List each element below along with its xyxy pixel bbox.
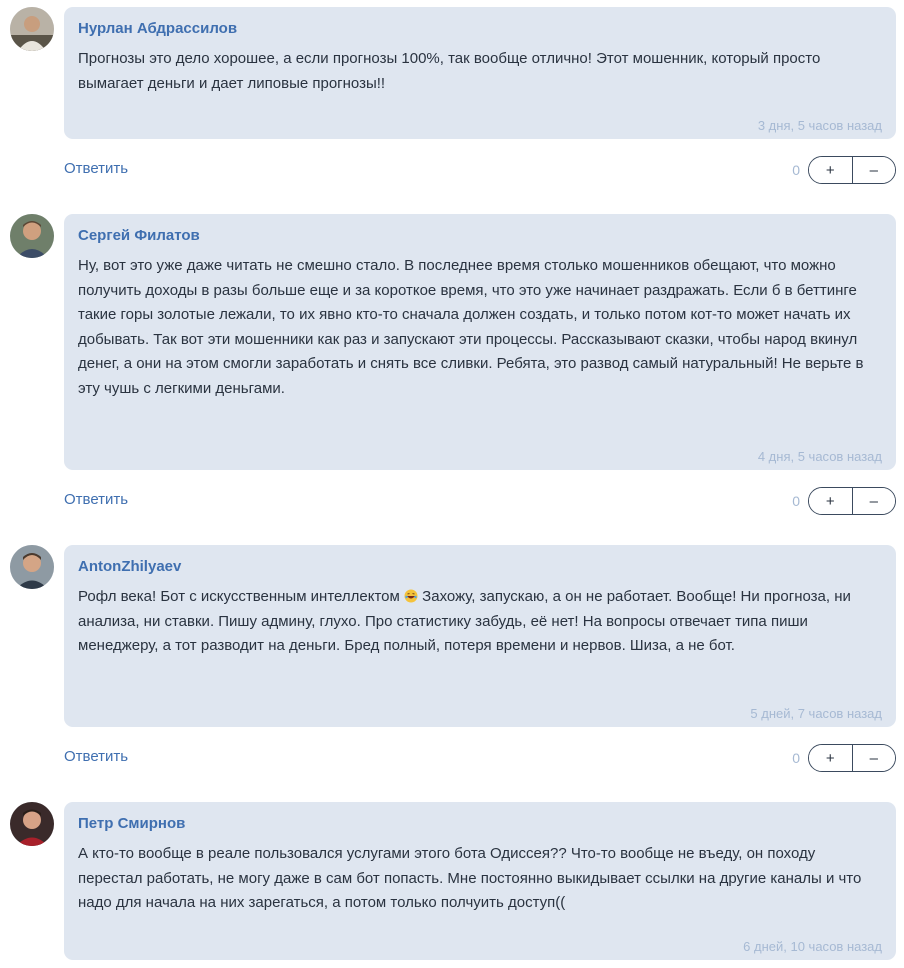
downvote-button[interactable]: – — [851, 488, 895, 514]
vote-count: 0 — [792, 493, 800, 509]
vote-buttons: + – — [808, 156, 896, 184]
comment-text: Ну, вот это уже даже читать не смешно ст… — [78, 257, 864, 397]
vote-count: 0 — [792, 162, 800, 178]
vote-count: 0 — [792, 750, 800, 766]
reply-link[interactable]: Ответить — [64, 160, 128, 177]
upvote-button[interactable]: + — [809, 745, 852, 771]
vote-buttons: + – — [808, 744, 896, 772]
comment-text: Рофл века! Бот с искусственным интеллект… — [78, 585, 876, 659]
comment-bubble: Петр Смирнов А кто-то вообще в реале пол… — [64, 802, 896, 960]
comment-actions: Ответить 0 + – — [64, 155, 896, 185]
comment-bubble: Нурлан Абдрассилов Прогнозы это дело хор… — [64, 7, 896, 139]
avatar[interactable] — [10, 214, 54, 258]
vote-buttons: + – — [808, 487, 896, 515]
reply-link[interactable]: Ответить — [64, 491, 128, 508]
comment-text: Прогнозы это дело хорошее, а если прогно… — [78, 50, 821, 92]
comment-actions: Ответить 0 + – — [64, 486, 896, 516]
comment-author[interactable]: AntonZhilyaev — [78, 558, 181, 575]
comment-text: А кто-то вообще в реале пользовался услу… — [78, 845, 862, 911]
downvote-button[interactable]: – — [851, 745, 895, 771]
upvote-button[interactable]: + — [809, 157, 852, 183]
reply-link[interactable]: Ответить — [64, 748, 128, 765]
comment-bubble: AntonZhilyaev Рофл века! Бот с искусстве… — [64, 545, 896, 727]
comment-author[interactable]: Сергей Филатов — [78, 227, 200, 244]
comment-timestamp: 6 дней, 10 часов назад — [743, 939, 882, 954]
downvote-button[interactable]: – — [851, 157, 895, 183]
avatar[interactable] — [10, 7, 54, 51]
vote-control: 0 + – — [792, 486, 896, 516]
vote-control: 0 + – — [792, 155, 896, 185]
upvote-button[interactable]: + — [809, 488, 852, 514]
comment-bubble: Сергей Филатов Ну, вот это уже даже чита… — [64, 214, 896, 470]
comment-timestamp: 4 дня, 5 часов назад — [757, 449, 882, 464]
comment-timestamp: 5 дней, 7 часов назад — [750, 706, 882, 721]
avatar[interactable] — [10, 545, 54, 589]
laughing-face-emoji-icon — [404, 587, 418, 603]
comment-actions: Ответить 0 + – — [64, 743, 896, 773]
comment-timestamp: 3 дня, 5 часов назад — [757, 118, 882, 133]
avatar[interactable] — [10, 802, 54, 846]
comment-text-part: Рофл века! Бот с искусственным интеллект… — [78, 588, 400, 605]
comment-author[interactable]: Нурлан Абдрассилов — [78, 20, 237, 37]
vote-control: 0 + – — [792, 743, 896, 773]
comment-author[interactable]: Петр Смирнов — [78, 815, 185, 832]
